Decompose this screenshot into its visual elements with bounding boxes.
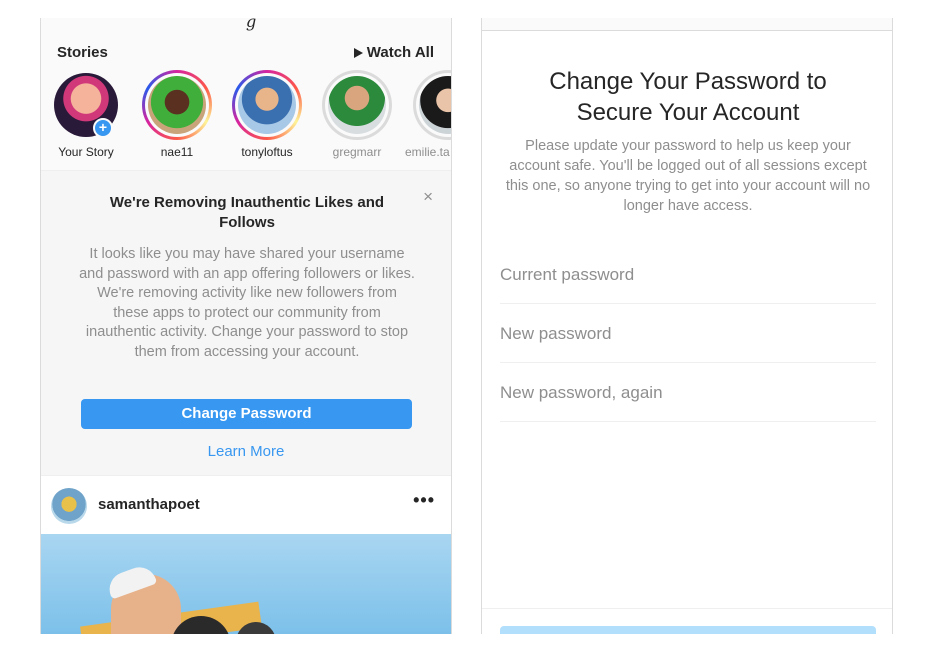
stories-title: Stories: [57, 44, 108, 61]
watch-all-button[interactable]: Watch All: [353, 44, 434, 61]
story-name: nae11: [160, 145, 194, 159]
learn-more-link[interactable]: Learn More: [41, 443, 451, 460]
new-password-input[interactable]: [500, 304, 876, 362]
avatar: [419, 76, 451, 134]
page-title: Change Your Password to Secure Your Acco…: [549, 68, 827, 126]
post-username[interactable]: samanthapoet: [98, 496, 200, 513]
stories-tray: + Your Story nae11 tonyloftus gregmarr e…: [41, 70, 451, 166]
watch-all-label: Watch All: [366, 44, 434, 61]
nav-bar: [482, 18, 892, 30]
close-icon[interactable]: ×: [423, 187, 433, 207]
story-your-story[interactable]: + Your Story: [43, 70, 129, 159]
nav-divider: [482, 30, 892, 31]
story-ring: [232, 70, 302, 140]
page-description: Please update your password to help us k…: [505, 138, 871, 214]
story-ring: [322, 70, 392, 140]
story-emilie[interactable]: emilie.ta: [405, 70, 451, 159]
avatar[interactable]: [51, 488, 87, 524]
app-logo-fragment: g: [246, 18, 257, 31]
avatar: [148, 76, 206, 134]
avatar: [328, 76, 386, 134]
change-password-screen: Change Your Password to Secure Your Acco…: [481, 18, 893, 634]
current-password-field[interactable]: [500, 245, 876, 304]
avatar: [238, 76, 296, 134]
confirm-password-input[interactable]: [500, 363, 876, 421]
story-gregmarr[interactable]: gregmarr: [314, 70, 400, 159]
story-tonyloftus[interactable]: tonyloftus: [224, 70, 310, 159]
new-password-field[interactable]: [500, 304, 876, 363]
feed-screen: g Stories Watch All + Your Story nae11 t…: [40, 18, 452, 634]
submit-button[interactable]: [500, 626, 876, 634]
story-ring: +: [51, 70, 121, 140]
story-nae11[interactable]: nae11: [134, 70, 220, 159]
story-name: gregmarr: [332, 145, 382, 159]
confirm-password-field[interactable]: [500, 363, 876, 422]
stories-header: Stories Watch All: [41, 40, 451, 66]
story-ring: [413, 70, 451, 140]
change-password-button[interactable]: Change Password: [81, 399, 412, 429]
current-password-input[interactable]: [500, 245, 876, 303]
post-image[interactable]: [41, 534, 451, 634]
footer-divider: [482, 608, 892, 609]
notice-body: It looks like you may have shared your u…: [79, 246, 415, 360]
add-story-icon[interactable]: +: [93, 118, 113, 138]
story-name: tonyloftus: [241, 145, 293, 159]
story-ring: [142, 70, 212, 140]
comparison-stage: g Stories Watch All + Your Story nae11 t…: [0, 0, 933, 652]
story-name: emilie.ta: [405, 145, 450, 159]
more-options-icon[interactable]: •••: [413, 490, 435, 511]
story-name: Your Story: [58, 145, 114, 159]
play-icon: [353, 47, 363, 58]
inauthentic-activity-notice: We're Removing Inauthentic Likes and Fol…: [41, 170, 451, 476]
post-header: samanthapoet •••: [41, 476, 451, 534]
notice-title: We're Removing Inauthentic Likes and Fol…: [109, 194, 385, 231]
